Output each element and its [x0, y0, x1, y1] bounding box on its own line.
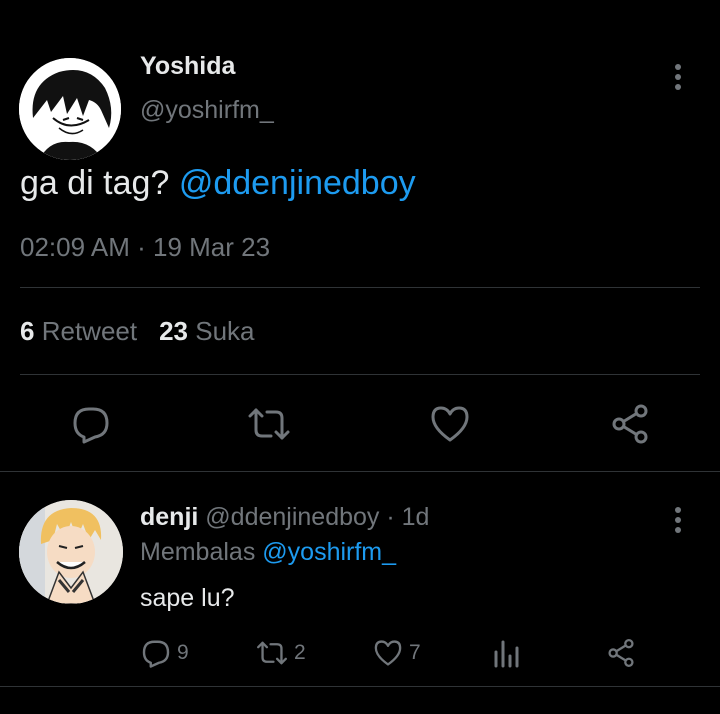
- retweet-label: Retweet: [41, 316, 138, 346]
- avatar[interactable]: [19, 58, 121, 160]
- reply-retweet-count: 2: [294, 641, 306, 664]
- divider: [0, 686, 720, 687]
- like-count: 23: [159, 316, 189, 346]
- share-button[interactable]: [608, 402, 652, 446]
- tweet-text: ga di tag? @ddenjinedboy: [20, 164, 416, 203]
- retweet-icon: [257, 641, 287, 665]
- reply-share-button[interactable]: [606, 636, 636, 670]
- more-icon[interactable]: [674, 64, 682, 90]
- tweet-time: 02:09 AM: [20, 232, 130, 262]
- author-name[interactable]: Yoshida: [140, 52, 235, 81]
- like-button[interactable]: [428, 402, 472, 446]
- tweet-date: 19 Mar 23: [153, 232, 271, 262]
- author-handle[interactable]: @yoshirfm_: [140, 96, 274, 125]
- like-icon: [374, 640, 402, 666]
- divider: [0, 471, 720, 472]
- share-icon: [608, 639, 634, 667]
- divider: [20, 287, 700, 288]
- reply-reply-button[interactable]: 9: [141, 636, 189, 670]
- tweet-timestamp[interactable]: 02:09 AM · 19 Mar 23: [20, 232, 270, 263]
- replying-to: Membalas @yoshirfm_: [140, 538, 396, 567]
- like-label: Suka: [195, 316, 255, 346]
- reply-text: sape lu?: [140, 584, 235, 612]
- reply-header: denji @ddenjinedboy · 1d: [140, 503, 429, 532]
- retweet-count: 6: [20, 316, 35, 346]
- analytics-icon: [494, 640, 519, 668]
- reply-retweet-button[interactable]: 2: [256, 636, 306, 670]
- divider: [20, 374, 700, 375]
- main-tweet: Yoshida @yoshirfm_ ga di tag? @ddenjined…: [0, 0, 720, 472]
- reply-like-button[interactable]: 7: [373, 636, 421, 670]
- reply-age[interactable]: 1d: [402, 503, 430, 531]
- reply-button[interactable]: [69, 402, 113, 446]
- reply-like-count: 7: [409, 641, 421, 664]
- reply-count: 9: [177, 641, 189, 664]
- likes-stat[interactable]: 23 Suka: [159, 316, 254, 346]
- reply-icon: [142, 640, 170, 668]
- retweet-icon: [248, 408, 290, 440]
- reply-author-name[interactable]: denji: [140, 503, 198, 531]
- tweet-body: ga di tag?: [20, 164, 170, 202]
- retweets-stat[interactable]: 6 Retweet: [20, 316, 137, 346]
- mention-link[interactable]: @ddenjinedboy: [179, 164, 416, 202]
- retweet-button[interactable]: [247, 402, 291, 446]
- reply-analytics-button[interactable]: [492, 636, 520, 670]
- reply-author-handle[interactable]: @ddenjinedboy: [205, 503, 379, 531]
- meta-separator: ·: [137, 232, 146, 262]
- more-icon[interactable]: [674, 507, 682, 533]
- replying-handle[interactable]: @yoshirfm_: [262, 538, 396, 566]
- share-icon: [612, 404, 648, 444]
- reply-separator: ·: [386, 503, 395, 531]
- like-icon: [431, 406, 469, 442]
- tweet-stats: 6 Retweet 23 Suka: [20, 316, 255, 347]
- reply-avatar[interactable]: [19, 500, 123, 604]
- reply-icon: [73, 407, 109, 444]
- replying-label: Membalas: [140, 538, 256, 566]
